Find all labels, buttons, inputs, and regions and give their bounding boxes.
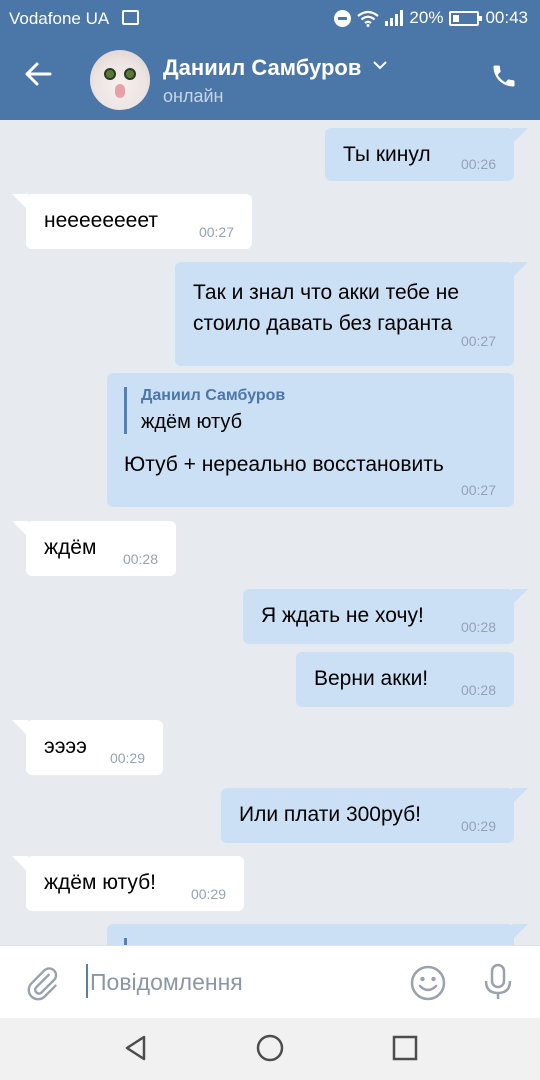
quoted-author: Даниил Самбуров: [141, 387, 286, 404]
dnd-icon: [334, 9, 352, 27]
quoted-reply[interactable]: Даниил Самбуров ждём ютуб: [124, 387, 285, 434]
quoted-text: ждём ютуб: [141, 411, 243, 433]
wifi-icon: [357, 10, 380, 27]
signal-icon: [385, 10, 404, 26]
chevron-down-icon[interactable]: [372, 56, 388, 77]
message-list[interactable]: Ты кинул 00:26 неееееееет 00:27 Так и зн…: [0, 120, 540, 945]
message-text-line: Так и знал что акки тебе не: [193, 281, 460, 304]
message-time: 00:29: [109, 750, 145, 766]
status-bar: Vodafone UA 20% 00:43: [0, 0, 540, 36]
system-nav-bar: [0, 1018, 540, 1080]
message-time: 00:26: [460, 156, 496, 172]
message-time: 00:28: [460, 682, 496, 698]
emoji-icon[interactable]: [409, 964, 447, 1007]
quote-bar: [124, 938, 127, 945]
message-bubble-incoming[interactable]: ждём 00:28: [12, 521, 176, 576]
contact-name[interactable]: Даниил Самбуров: [163, 55, 361, 81]
contact-status: онлайн: [163, 86, 224, 106]
microphone-icon[interactable]: [480, 962, 516, 1007]
message-bubble-outgoing[interactable]: Верни акки! 00:28: [296, 652, 514, 707]
message-time: 00:29: [460, 818, 496, 834]
recents-nav-icon[interactable]: [390, 1033, 420, 1068]
message-time: 00:27: [460, 482, 496, 498]
message-bubble-outgoing[interactable]: Или плати 300руб! 00:29: [221, 788, 528, 843]
message-text: Или плати 300руб!: [239, 803, 422, 826]
message-bubble-incoming[interactable]: неееееееет 00:27: [12, 194, 252, 249]
message-bubble-incoming[interactable]: ждём ютуб! 00:29: [12, 856, 244, 911]
message-text-line: стоило давать без гаранта: [193, 312, 453, 335]
message-text: Ютуб + нереально восстановить: [124, 453, 444, 476]
message-text: неееееееет: [44, 209, 158, 232]
message-bubble-outgoing[interactable]: Ты кинул 00:26: [325, 128, 528, 181]
message-text: ждём: [44, 536, 97, 559]
image-icon: [122, 10, 139, 25]
message-text: Верни акки!: [314, 667, 429, 690]
status-time: 00:43: [485, 8, 528, 27]
carrier-label: Vodafone UA: [9, 9, 110, 28]
message-text: Я ждать не хочу!: [261, 604, 424, 627]
message-bubble-outgoing-reply[interactable]: Даниил Самбуров ждём ютуб Ютуб + нереаль…: [107, 373, 514, 507]
message-time: 00:28: [122, 551, 158, 567]
home-nav-icon[interactable]: [255, 1033, 285, 1068]
message-composer: Повідомлення: [0, 945, 540, 1018]
message-input[interactable]: Повідомлення: [90, 969, 243, 996]
message-time: 00:28: [460, 619, 496, 635]
message-bubble-outgoing[interactable]: Я ждать не хочу! 00:28: [243, 589, 528, 644]
phone-icon[interactable]: [490, 62, 518, 95]
message-text: ээээ: [44, 735, 87, 758]
message-time: 00:27: [198, 224, 234, 240]
chat-header: Даниил Самбуров онлайн: [0, 36, 540, 120]
message-time: 00:29: [190, 886, 226, 902]
message-bubble-incoming[interactable]: ээээ 00:29: [12, 720, 163, 775]
message-time: 00:27: [460, 333, 496, 349]
message-bubble-outgoing-partial[interactable]: [107, 924, 528, 945]
back-nav-icon[interactable]: [121, 1033, 151, 1068]
battery-icon: [449, 10, 483, 26]
attach-icon[interactable]: [24, 964, 60, 1007]
back-arrow-icon[interactable]: [22, 58, 54, 96]
message-text: Ты кинул: [343, 143, 431, 166]
avatar[interactable]: [90, 50, 150, 110]
message-bubble-outgoing[interactable]: Так и знал что акки тебе не стоило дават…: [175, 262, 528, 366]
message-text: ждём ютуб!: [44, 871, 156, 894]
text-cursor: [86, 964, 88, 998]
battery-percent: 20%: [409, 8, 444, 27]
